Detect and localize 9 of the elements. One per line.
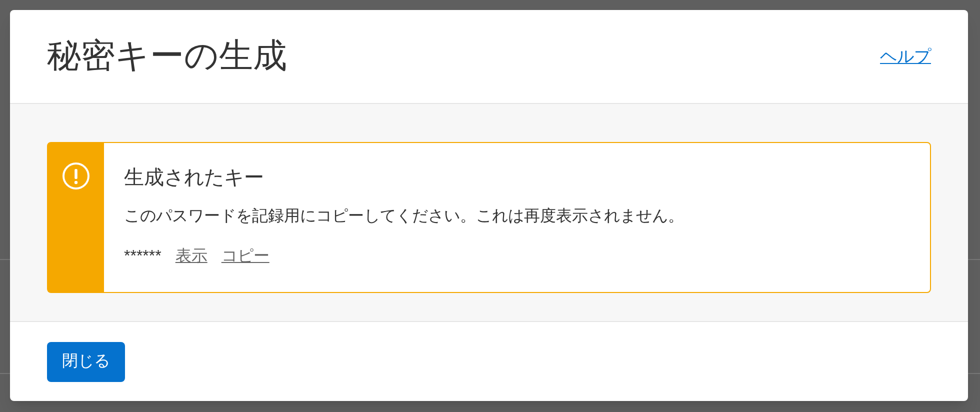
alert-message: このパスワードを記録用にコピーしてください。これは再度表示されません。: [124, 206, 684, 227]
alert-action-link[interactable]: コピー: [221, 245, 270, 269]
alert-title: 生成されたキー: [124, 166, 265, 191]
masked-key: ******: [124, 245, 162, 269]
dialog-title: 秘密キーの生成: [47, 36, 287, 77]
help-link[interactable]: ヘルプ: [880, 44, 931, 70]
exclamation-circle-icon: [62, 162, 90, 190]
alert-action-link[interactable]: 表示: [175, 245, 208, 269]
close-button[interactable]: 閉じる: [47, 342, 125, 382]
